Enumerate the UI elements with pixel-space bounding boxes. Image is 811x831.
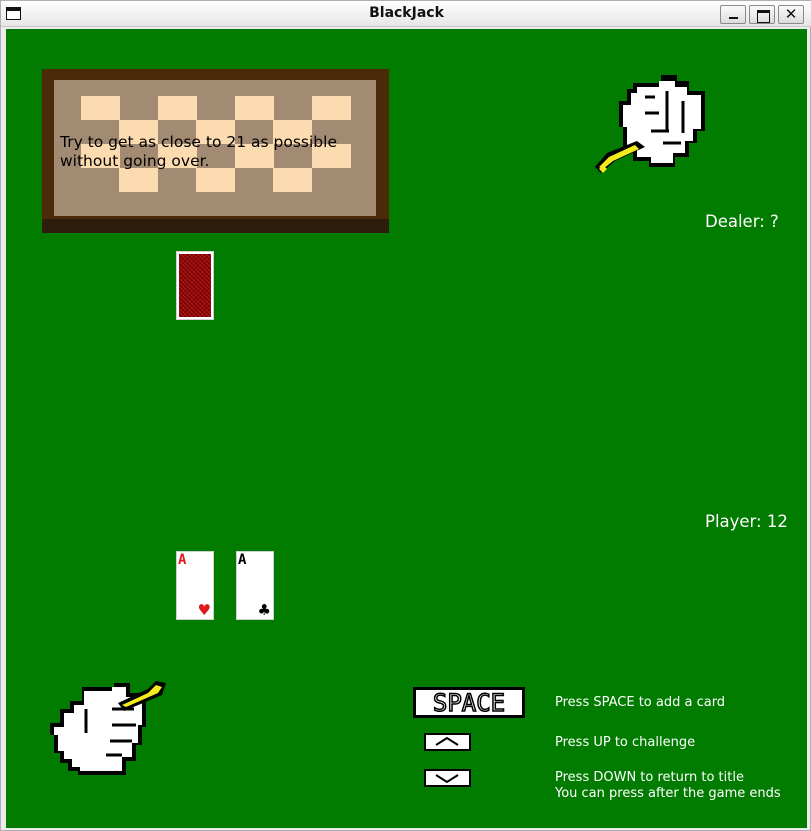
player-card-1: A ♥ xyxy=(176,551,214,620)
sign-text: Try to get as close to 21 as possible wi… xyxy=(60,133,390,171)
dealer-score: Dealer: ? xyxy=(705,212,779,231)
title-bar[interactable]: BlackJack ✕ xyxy=(1,1,811,27)
close-button[interactable]: ✕ xyxy=(778,5,804,24)
card-rank: A xyxy=(238,552,247,568)
space-help-text: Press SPACE to add a card xyxy=(555,695,726,710)
player-card-2: A ♣ xyxy=(236,551,274,620)
up-key-icon xyxy=(424,733,471,751)
card-rank: A xyxy=(178,552,187,568)
space-key-icon: SPACE xyxy=(413,687,525,718)
window-title: BlackJack xyxy=(369,5,444,21)
instruction-sign: Try to get as close to 21 as possible wi… xyxy=(42,66,390,233)
card-back-pattern xyxy=(179,254,211,317)
minimize-button[interactable] xyxy=(720,5,746,24)
close-icon: ✕ xyxy=(784,5,798,23)
up-arrow-icon xyxy=(435,736,459,746)
down-key-icon xyxy=(424,769,471,787)
app-window: BlackJack ✕ Try to get as close to 21 as… xyxy=(0,0,811,831)
player-pointing-hand-icon xyxy=(50,681,166,775)
sign-text-line-2: without going over. xyxy=(60,152,210,170)
dealer-card-face-down xyxy=(176,251,214,320)
down-arrow-icon xyxy=(435,774,459,784)
down-help-line-2: You can press after the game ends xyxy=(555,786,781,801)
space-key-label: SPACE xyxy=(432,689,506,717)
player-score: Player: 12 xyxy=(705,512,788,531)
heart-suit-icon: ♥ xyxy=(197,601,211,619)
down-help-line-1: Press DOWN to return to title xyxy=(555,770,744,785)
maximize-button[interactable] xyxy=(749,5,775,24)
game-table: Try to get as close to 21 as possible wi… xyxy=(6,29,807,828)
up-help-text: Press UP to challenge xyxy=(555,735,696,750)
dealer-pointing-hand-icon xyxy=(595,75,705,173)
club-suit-icon: ♣ xyxy=(257,601,271,619)
down-help-text: Press DOWN to return to title You can pr… xyxy=(555,770,781,802)
sign-text-line-1: Try to get as close to 21 as possible xyxy=(60,133,337,151)
